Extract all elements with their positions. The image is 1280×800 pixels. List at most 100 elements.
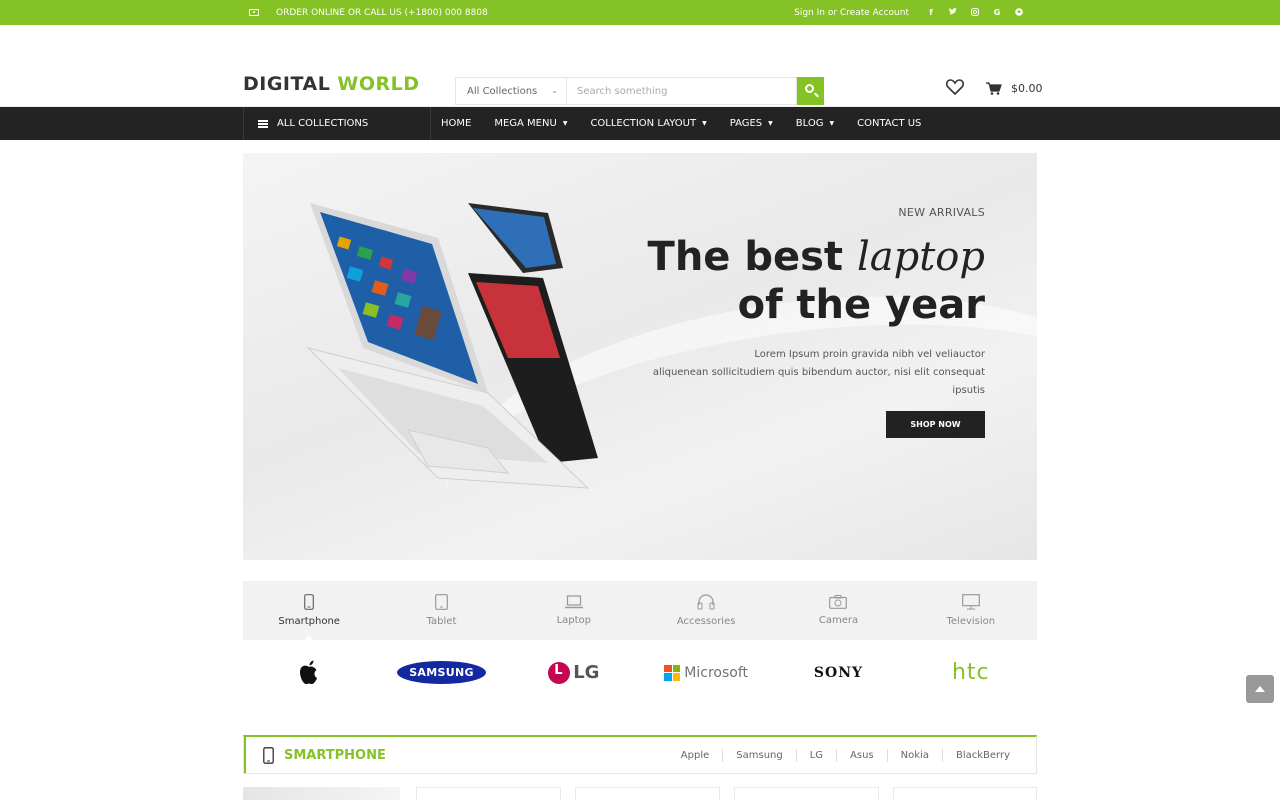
top-bar: ORDER ONLINE OR CALL US (+1800) 000 8808… <box>0 0 1280 25</box>
hero-title-part-b: laptop <box>856 234 985 280</box>
tab-tablet[interactable]: Tablet <box>375 581 507 640</box>
collection-select-value: All Collections <box>467 85 538 97</box>
product-cards-row <box>243 787 1037 800</box>
smartphone-icon <box>304 594 315 610</box>
product-card[interactable] <box>893 787 1037 800</box>
hero-banner: NEW ARRIVALS The best laptop of the year… <box>243 153 1037 560</box>
subcategory-apple[interactable]: Apple <box>668 749 722 762</box>
apple-logo-icon <box>300 660 318 684</box>
caret-down-icon: ▼ <box>829 120 835 127</box>
tab-label: Television <box>946 616 996 627</box>
facebook-icon[interactable]: f <box>920 8 942 17</box>
nav-menu: HOME MEGA MENU ▼ COLLECTION LAYOUT ▼ PAGES… <box>441 107 944 140</box>
subcategory-nokia[interactable]: Nokia <box>886 748 942 762</box>
tab-label: Tablet <box>426 616 457 627</box>
twitter-icon[interactable] <box>942 8 964 17</box>
tab-accessories[interactable]: Accessories <box>640 581 772 640</box>
chevron-down-icon: ⌄ <box>551 86 558 95</box>
search-input[interactable]: Search something <box>567 77 797 105</box>
product-card[interactable] <box>575 787 720 800</box>
nav-item-mega-menu[interactable]: MEGA MENU ▼ <box>494 118 567 129</box>
section-title-text: SMARTPHONE <box>284 747 386 763</box>
caret-down-icon: ▼ <box>768 120 773 127</box>
nav-item-blog[interactable]: BLOG ▼ <box>796 118 834 129</box>
collection-select[interactable]: All Collections ⌄ <box>455 77 567 105</box>
samsung-logo: SAMSUNG <box>397 661 486 684</box>
cart-button[interactable]: $0.00 <box>986 82 1043 95</box>
instagram-icon[interactable] <box>964 7 986 18</box>
hero-description: Lorem Ipsum proin gravida nibh vel velia… <box>625 346 985 400</box>
logo-accent: WORLD <box>337 73 420 95</box>
smartphone-section-header: SMARTPHONE Apple Samsung LG Asus Nokia B… <box>243 735 1037 774</box>
sony-logo: SONY <box>813 664 864 681</box>
product-card[interactable] <box>734 787 879 800</box>
search-icon <box>805 84 814 93</box>
search-button[interactable] <box>797 77 824 105</box>
nav-item-pages[interactable]: PAGES ▼ <box>730 118 773 129</box>
tab-smartphone[interactable]: Smartphone <box>243 581 375 641</box>
heart-icon <box>945 79 965 96</box>
search-placeholder: Search something <box>577 85 668 97</box>
nav-item-contact-us[interactable]: CONTACT US <box>857 118 921 129</box>
google-icon[interactable]: G <box>986 8 1008 17</box>
all-collections-label: ALL COLLECTIONS <box>277 118 369 129</box>
nav-item-label: MEGA MENU <box>494 118 557 129</box>
product-card[interactable] <box>243 787 400 800</box>
section-title: SMARTPHONE <box>244 737 386 773</box>
brand-samsung[interactable]: SAMSUNG <box>375 645 507 700</box>
scroll-to-top-button[interactable] <box>1246 675 1274 703</box>
tab-television[interactable]: Television <box>905 581 1037 640</box>
tab-laptop[interactable]: Laptop <box>508 581 640 640</box>
tab-camera[interactable]: Camera <box>772 581 904 640</box>
brand-lg[interactable]: LG <box>508 645 640 700</box>
tab-label: Accessories <box>676 616 736 627</box>
brand-microsoft[interactable]: Microsoft <box>640 645 772 700</box>
hero-eyebrow: NEW ARRIVALS <box>898 206 985 219</box>
product-card[interactable] <box>416 787 561 800</box>
hero-title-line2: of the year <box>737 282 985 328</box>
nav-item-home[interactable]: HOME <box>441 118 471 129</box>
main-nav: ALL COLLECTIONS HOME MEGA MENU ▼ COLLECTI… <box>0 107 1280 140</box>
tablet-icon <box>435 594 448 610</box>
nav-item-label: BLOG <box>795 118 824 129</box>
search-bar: All Collections ⌄ Search something <box>455 77 824 105</box>
nav-item-label: COLLECTION LAYOUT <box>590 118 697 129</box>
subcategory-lg[interactable]: LG <box>795 748 836 762</box>
pinterest-icon[interactable] <box>1008 7 1030 18</box>
tab-label: Laptop <box>556 615 592 626</box>
nav-item-label: CONTACT US <box>857 118 922 129</box>
cart-icon <box>986 82 1002 95</box>
brand-logos: SAMSUNG LG Microsoft SONY htc <box>243 645 1037 700</box>
top-bar-right: Sign In or Create Account f G <box>794 0 1030 25</box>
nav-item-label: HOME <box>441 118 472 129</box>
all-collections-button[interactable]: ALL COLLECTIONS <box>243 107 431 140</box>
brand-htc[interactable]: htc <box>905 645 1037 700</box>
brand-sony[interactable]: SONY <box>772 645 904 700</box>
shop-now-button[interactable]: SHOP NOW <box>886 411 985 438</box>
category-tabs: Smartphone Tablet Laptop Accessories Cam… <box>243 581 1037 641</box>
site-header: DIGITAL WORLD All Collections ⌄ Search s… <box>0 25 1280 107</box>
microsoft-logo-text: Microsoft <box>684 664 748 681</box>
brand-apple[interactable] <box>243 645 375 700</box>
subcategory-asus[interactable]: Asus <box>836 748 887 762</box>
section-subcategories: Apple Samsung LG Asus Nokia BlackBerry <box>668 748 1036 762</box>
arrow-up-icon <box>1255 686 1265 692</box>
hero-title: The best laptop of the year <box>648 233 985 329</box>
account-link[interactable]: Sign In or Create Account <box>794 8 909 18</box>
hero-laptop-image <box>306 203 598 489</box>
subcategory-samsung[interactable]: Samsung <box>722 748 795 762</box>
microsoft-logo: Microsoft <box>664 664 748 681</box>
cart-total: $0.00 <box>1011 82 1043 95</box>
laptop-icon <box>564 595 583 609</box>
subcategory-blackberry[interactable]: BlackBerry <box>941 748 1023 762</box>
contact-info: ORDER ONLINE OR CALL US (+1800) 000 8808 <box>249 0 488 25</box>
caret-down-icon: ▼ <box>702 120 707 127</box>
wishlist-button[interactable] <box>945 79 965 97</box>
hero-desc-line2: aliquenean sollicitudiem quis bibendum a… <box>652 367 985 396</box>
hero-title-part-a: The best <box>647 234 857 280</box>
site-logo[interactable]: DIGITAL WORLD <box>243 74 420 94</box>
television-icon <box>961 594 980 610</box>
caret-down-icon: ▼ <box>562 120 568 127</box>
nav-item-collection-layout[interactable]: COLLECTION LAYOUT ▼ <box>590 118 706 129</box>
htc-logo: htc <box>951 660 990 685</box>
